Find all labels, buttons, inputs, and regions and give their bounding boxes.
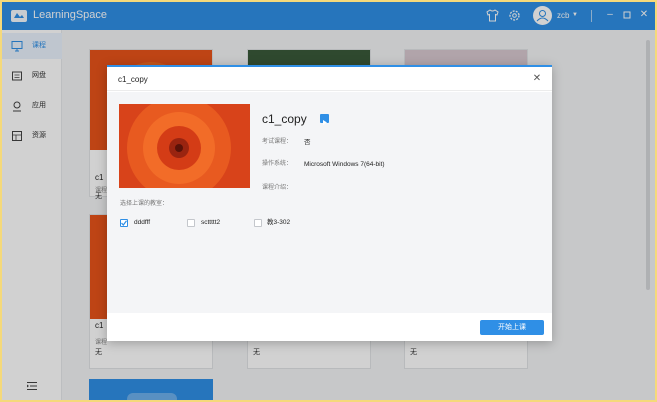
classroom-checkbox-scttttt2[interactable] — [187, 219, 195, 227]
dialog-body: c1_copy 考试课程： 否 操作系统： Microsoft Windows … — [107, 92, 552, 313]
classroom-label[interactable]: scttttt2 — [201, 218, 220, 228]
exam-value: 否 — [304, 139, 311, 146]
classroom-section-title: 选择上课的教室： — [120, 201, 169, 207]
course-name: c1_copy — [262, 112, 307, 126]
classroom-label[interactable]: dddfff — [134, 218, 150, 228]
classroom-checkbox-dddfff[interactable] — [120, 219, 128, 227]
intro-label: 课程介绍： — [262, 185, 293, 191]
os-value: Microsoft Windows 7(64-bit) — [304, 161, 385, 168]
classroom-checkbox-jiao3-302[interactable] — [254, 219, 262, 227]
classroom-label[interactable]: 教3-302 — [267, 218, 290, 228]
close-dialog-button[interactable]: ✕ — [531, 73, 543, 85]
course-dialog: c1_copy ✕ c1_copy 考试课程： 否 操作系统： Microsof… — [107, 65, 552, 341]
dialog-header: c1_copy ✕ — [107, 67, 552, 91]
dialog-footer: 开始上课 — [107, 313, 552, 341]
exam-label: 考试课程： — [262, 139, 293, 145]
dialog-title: c1_copy — [118, 75, 148, 84]
app-window: LearningSpace zcb ▼ – ✕ 课程 网盘 应用 资源 c1 课… — [2, 2, 655, 400]
os-label: 操作系统： — [262, 161, 293, 167]
start-class-button[interactable]: 开始上课 — [480, 320, 544, 335]
checkmark-icon — [121, 220, 127, 226]
vm-badge-icon — [320, 114, 329, 125]
course-cover-image — [119, 104, 250, 188]
